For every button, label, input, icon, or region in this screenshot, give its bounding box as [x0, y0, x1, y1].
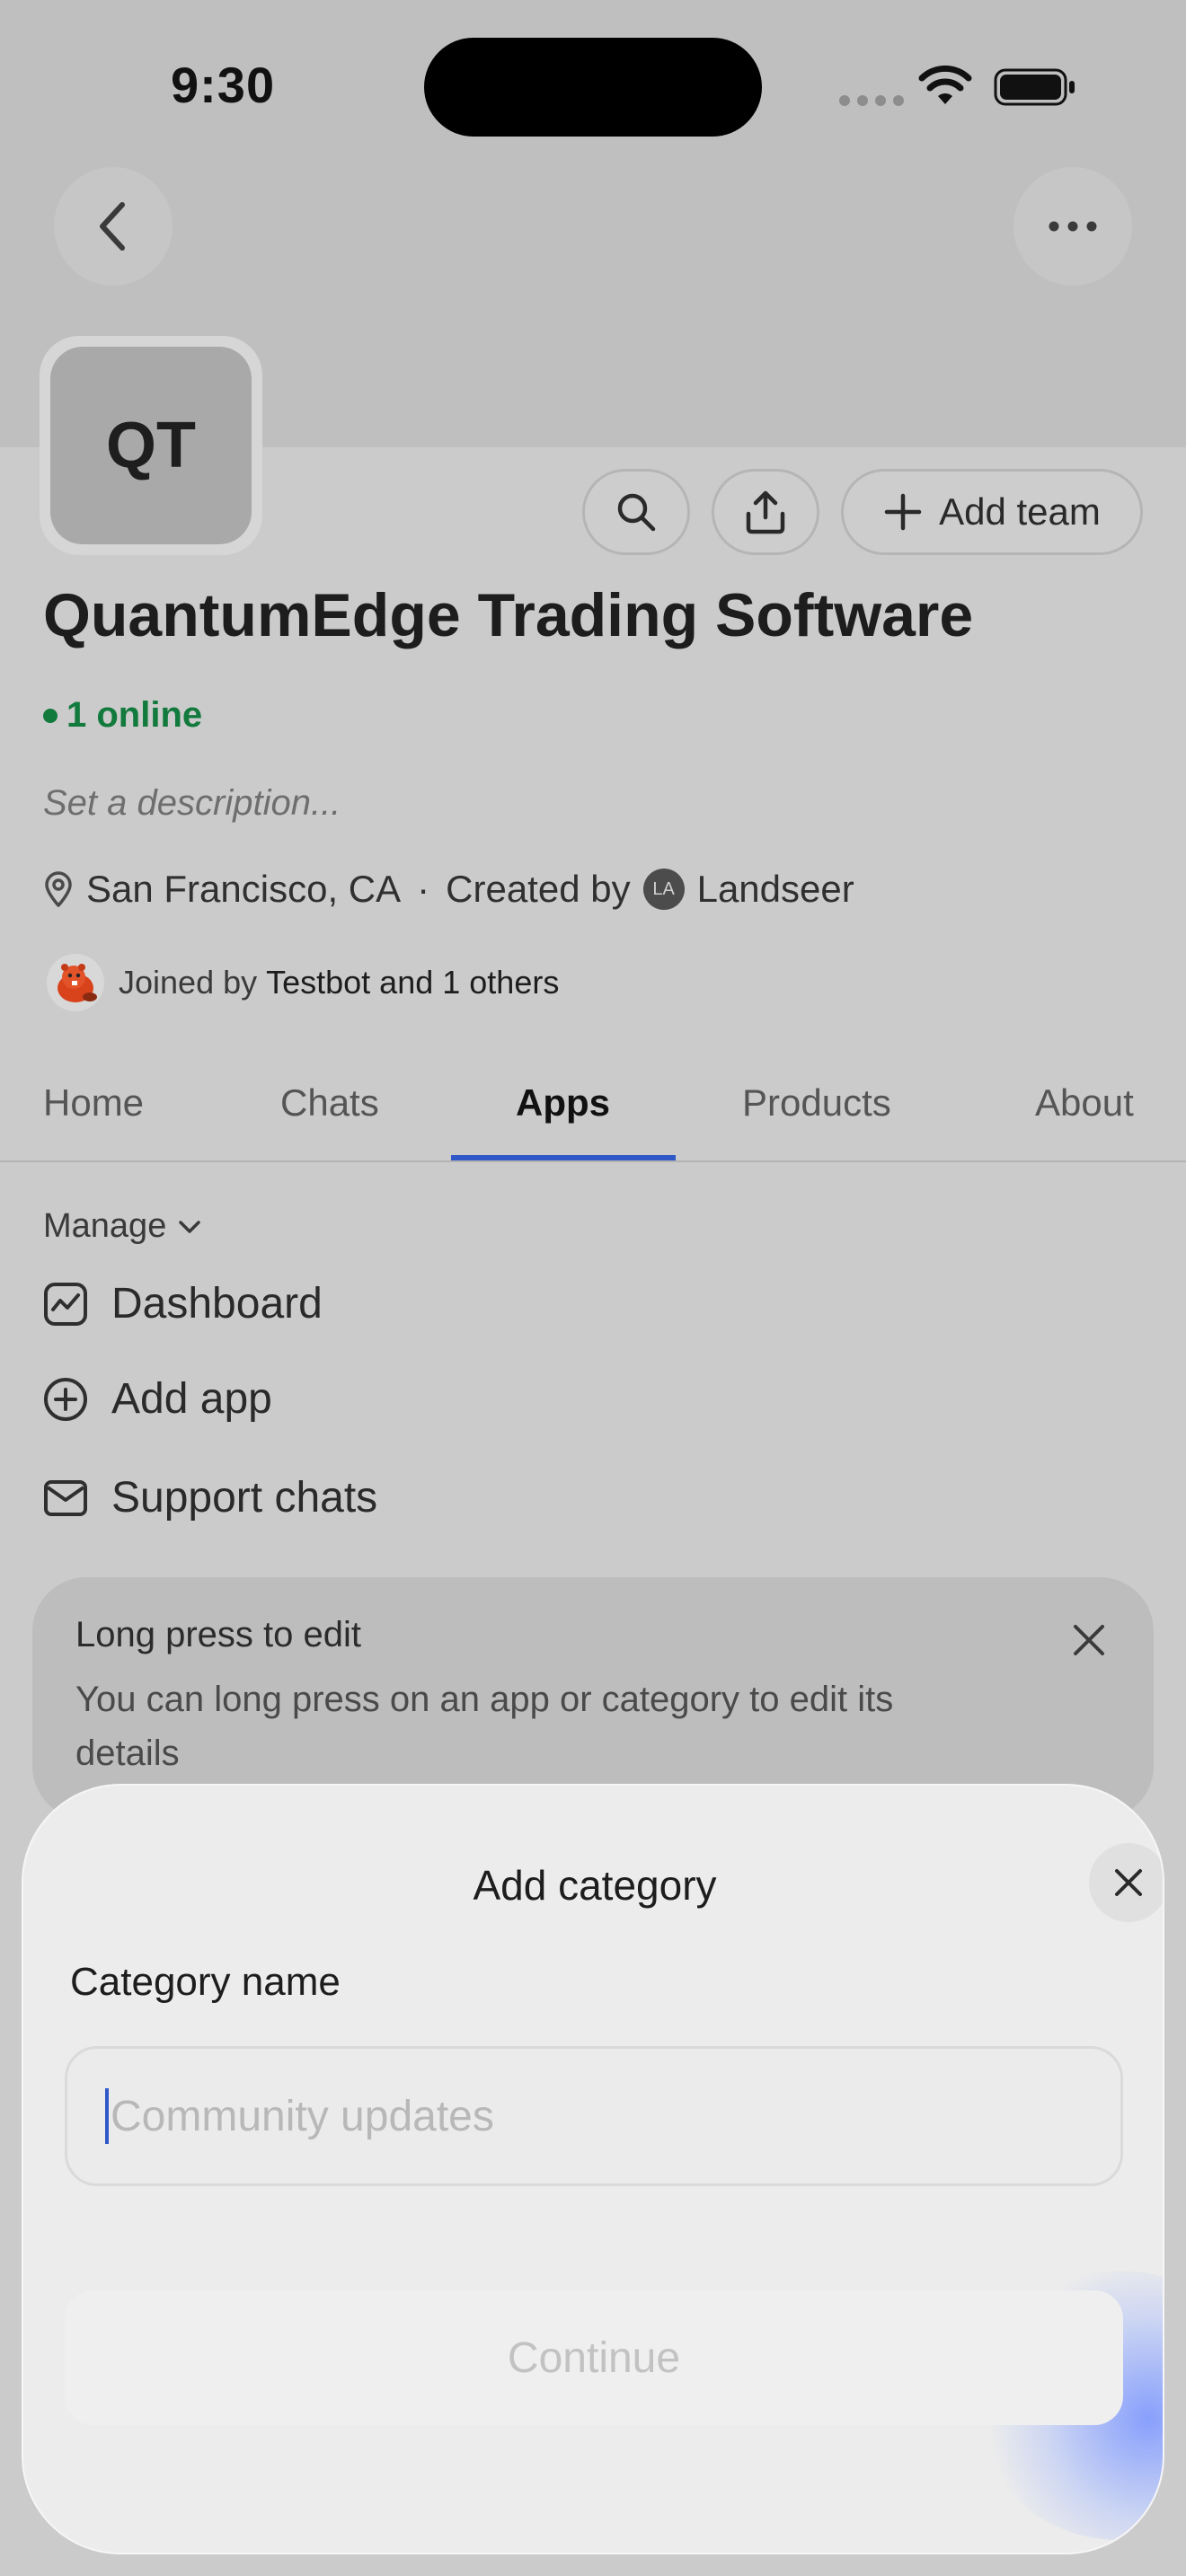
- text-caret: [105, 2088, 109, 2144]
- tip-title: Long press to edit: [75, 1615, 361, 1654]
- tab-apps[interactable]: Apps: [516, 1081, 610, 1125]
- active-tab-indicator: [451, 1155, 676, 1160]
- tip-body: You can long press on an app or category…: [75, 1680, 894, 1773]
- search-button[interactable]: [582, 469, 690, 555]
- menu-item-support-chats[interactable]: Support chats: [43, 1473, 377, 1522]
- search-icon: [617, 493, 656, 532]
- continue-button[interactable]: Continue: [65, 2290, 1123, 2425]
- category-name-label: Category name: [70, 1960, 341, 2004]
- plus-icon: [884, 493, 922, 531]
- plus-circle-icon: [44, 1377, 87, 1421]
- menu-item-label: Dashboard: [111, 1280, 323, 1328]
- sheet-title: Add category: [473, 1862, 717, 1909]
- add-category-sheet: Add category Category name Continue: [22, 1784, 1164, 2554]
- cellular-icon: [839, 95, 904, 106]
- add-team-button[interactable]: Add team: [841, 469, 1143, 555]
- status-time: 9:30: [171, 57, 276, 113]
- more-options-button[interactable]: [1013, 167, 1132, 286]
- envelope-icon: [44, 1479, 87, 1516]
- battery-icon: [994, 68, 1075, 106]
- created-by-label: Created by: [446, 868, 631, 910]
- close-icon: [1115, 1869, 1142, 1896]
- online-count: 1 online: [66, 695, 203, 735]
- tab-products[interactable]: Products: [742, 1081, 891, 1125]
- back-button[interactable]: [54, 167, 173, 286]
- org-avatar[interactable]: QT: [50, 347, 252, 544]
- chevron-down-icon: [179, 1220, 201, 1233]
- menu-item-dashboard[interactable]: Dashboard: [43, 1279, 323, 1328]
- menu-item-label: Add app: [111, 1375, 272, 1423]
- online-status: 1 online: [43, 695, 202, 736]
- menu-item-label: Support chats: [111, 1474, 378, 1522]
- dynamic-island: [424, 38, 762, 137]
- chevron-left-icon: [100, 202, 125, 251]
- manage-dropdown[interactable]: Manage: [43, 1207, 202, 1246]
- section-tabs: Home Chats Apps Products About: [0, 1069, 1186, 1162]
- add-team-label: Add team: [939, 490, 1101, 533]
- joined-by-label: Joined by: [119, 964, 258, 1001]
- bot-avatar: [47, 954, 104, 1011]
- share-icon: [746, 490, 785, 534]
- tab-home[interactable]: Home: [43, 1081, 144, 1125]
- tab-about[interactable]: About: [1035, 1081, 1134, 1125]
- location-text: San Francisco, CA: [86, 868, 402, 910]
- tab-chats[interactable]: Chats: [280, 1081, 379, 1125]
- description-placeholder[interactable]: Set a description...: [43, 783, 341, 824]
- location-pin-icon: [45, 871, 72, 907]
- online-dot-icon: [43, 708, 58, 723]
- menu-item-add-app[interactable]: Add app: [43, 1374, 272, 1424]
- share-button[interactable]: [712, 469, 819, 555]
- org-meta: San Francisco, CA · Created by LA Landse…: [43, 868, 854, 911]
- category-name-input[interactable]: [111, 2091, 1054, 2141]
- ellipsis-icon: [1049, 221, 1097, 232]
- creator-name[interactable]: Landseer: [697, 868, 854, 911]
- creator-avatar[interactable]: LA: [642, 869, 685, 910]
- close-icon: [1074, 1625, 1104, 1655]
- meta-separator: ·: [417, 868, 430, 910]
- sheet-close-button[interactable]: [1089, 1843, 1163, 1922]
- category-name-field[interactable]: [65, 2046, 1123, 2186]
- beaver-mascot-icon: [58, 964, 97, 1002]
- chart-icon: [44, 1282, 87, 1326]
- manage-label: Manage: [43, 1207, 167, 1245]
- org-name: QuantumEdge Trading Software: [43, 581, 974, 649]
- joined-by-row[interactable]: Joined by Testbot and 1 others: [47, 954, 559, 1011]
- tip-close-button[interactable]: [1064, 1615, 1114, 1665]
- joined-by-names: Testbot and 1 others: [266, 964, 560, 1001]
- wifi-icon: [918, 65, 972, 104]
